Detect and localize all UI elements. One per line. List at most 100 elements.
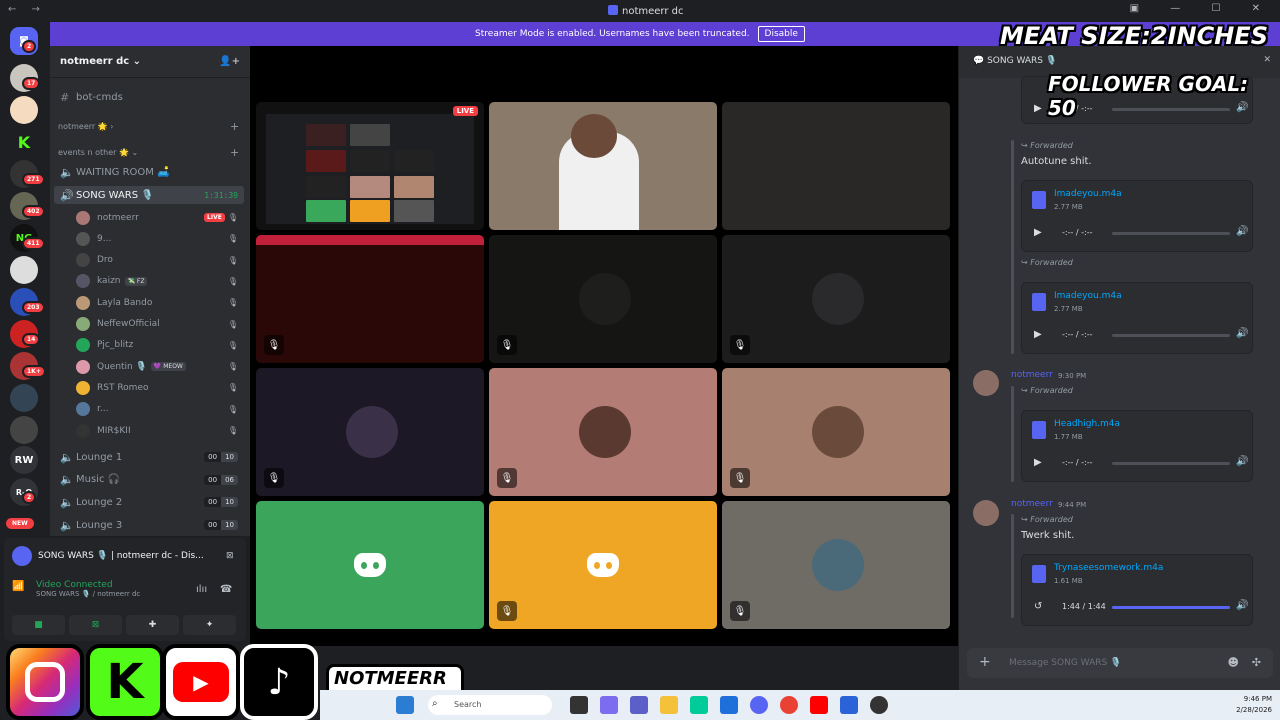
user-tile[interactable]: 🎙 xyxy=(722,501,950,629)
kick-server-icon[interactable]: K xyxy=(10,128,38,156)
volume-icon[interactable]: 🔊 xyxy=(1236,456,1248,467)
replay-icon[interactable]: ↺ xyxy=(1034,601,1042,612)
edge-icon[interactable] xyxy=(690,696,708,714)
add-member-icon[interactable]: 👤+ xyxy=(219,56,240,67)
stream-tile-notmeerr[interactable]: LIVE xyxy=(256,102,484,230)
server-header[interactable]: notmeerr dc ⌄ 👤+ xyxy=(50,46,250,78)
channel-lounge[interactable]: 🔈 Lounge 2 00 10 xyxy=(54,493,244,511)
camera-button[interactable]: ■ xyxy=(12,615,65,635)
avatar[interactable] xyxy=(973,500,999,526)
plus-icon[interactable]: + xyxy=(979,654,991,670)
play-icon[interactable]: ▶ xyxy=(1034,227,1042,238)
user-tile-default[interactable] xyxy=(256,501,484,629)
file-name[interactable]: Headhigh.m4a xyxy=(1054,419,1120,429)
voice-user[interactable]: Dro 🎙 xyxy=(76,251,244,270)
chrome-icon[interactable] xyxy=(780,696,798,714)
video-tile[interactable]: 🎙 xyxy=(256,235,484,363)
channel-lounge[interactable]: 🔈 Music 🎧 00 06 xyxy=(54,471,244,489)
file-name[interactable]: Imadeyou.m4a xyxy=(1054,291,1122,301)
volume-icon[interactable]: 🔊 xyxy=(1236,226,1248,237)
audio-attachment[interactable]: Imadeyou.m4a 2.77 MB ▶ -:-- / -:-- 🔊 xyxy=(1021,180,1253,252)
user-tile[interactable]: 🎙 xyxy=(722,368,950,496)
soundboard-button[interactable]: ✦ xyxy=(183,615,236,635)
user-tile-default[interactable]: 🎙 xyxy=(489,501,717,629)
server-icon[interactable] xyxy=(10,384,38,412)
screen-share-button[interactable]: ⊠ xyxy=(69,615,122,635)
plus-icon[interactable]: + xyxy=(230,120,239,133)
close-chat-icon[interactable]: ✕ xyxy=(1263,55,1271,65)
composer-placeholder[interactable]: Message SONG WARS 🎙️ xyxy=(1009,658,1121,668)
store-icon[interactable] xyxy=(720,696,738,714)
video-tile[interactable] xyxy=(722,102,950,230)
nav-arrows[interactable]: ← → xyxy=(8,4,46,15)
audio-attachment[interactable]: Imadeyou.m4a 2.77 MB ▶ -:-- / -:-- 🔊 xyxy=(1021,282,1253,354)
disconnect-icon[interactable]: ☎ xyxy=(220,584,232,595)
channel-song-wars[interactable]: 🔊 SONG WARS 🎙️ 1:31:39 xyxy=(54,186,244,204)
audio-attachment[interactable]: Headhigh.m4a 1.77 MB ▶ -:-- / -:-- 🔊 xyxy=(1021,410,1253,482)
user-tile[interactable]: 🎙 xyxy=(489,235,717,363)
audio-progress[interactable] xyxy=(1112,606,1230,609)
voice-user[interactable]: 9... 🎙 xyxy=(76,229,244,248)
channel-lounge[interactable]: 🔈 Lounge 3 00 10 xyxy=(54,516,244,534)
app-icon[interactable] xyxy=(840,696,858,714)
voice-user[interactable]: Pjc_blitz 🎙 xyxy=(76,336,244,355)
audio-progress[interactable] xyxy=(1112,232,1230,235)
message-composer[interactable]: + Message SONG WARS 🎙️ ☻ ✣ xyxy=(967,648,1273,678)
category-notmeerr[interactable]: notmeerr 🌟 › + xyxy=(58,120,239,133)
connection-status[interactable]: Video Connected xyxy=(36,580,140,590)
disable-button[interactable]: Disable xyxy=(757,26,805,42)
channel-lounge[interactable]: 🔈 Lounge 1 00 10 xyxy=(54,448,244,466)
activity-button[interactable]: ✚ xyxy=(126,615,179,635)
apps-icon[interactable]: ✣ xyxy=(1252,656,1261,669)
voice-user[interactable]: Quentin 🎙️ 💜 MEOW 🎙 xyxy=(76,357,244,376)
teams-icon[interactable] xyxy=(630,696,648,714)
close-activity-icon[interactable]: ⊠ xyxy=(226,551,234,561)
server-icon[interactable] xyxy=(10,256,38,284)
voice-user[interactable]: Layla Bando 🎙 xyxy=(76,293,244,312)
volume-icon[interactable]: 🔊 xyxy=(1236,328,1248,339)
signal-icon[interactable]: 📶 xyxy=(12,581,28,597)
file-explorer-icon[interactable] xyxy=(660,696,678,714)
user-tile[interactable]: 🎙 xyxy=(256,368,484,496)
system-clock[interactable]: 9:46 PM 2/28/2026 xyxy=(1236,694,1272,716)
audio-progress[interactable] xyxy=(1112,462,1230,465)
plus-icon[interactable]: + xyxy=(230,146,239,159)
user-tile[interactable]: 🎙 xyxy=(722,235,950,363)
voice-user[interactable]: NeffewOfficial 🎙 xyxy=(76,315,244,334)
play-icon[interactable]: ▶ xyxy=(1034,329,1042,340)
voice-user[interactable]: RST Romeo 🎙 xyxy=(76,378,244,397)
voice-user[interactable]: MIR$KII 🎙 xyxy=(76,421,244,440)
emoji-icon[interactable]: ☻ xyxy=(1228,656,1239,669)
voice-user[interactable]: kaizn 💸 FZ 🎙 xyxy=(76,272,244,291)
channel-waiting-room[interactable]: 🔈 WAITING ROOM 🛋️ xyxy=(54,163,244,181)
channel-bot-cmds[interactable]: # bot-cmds xyxy=(54,88,244,106)
noise-suppression-icon[interactable]: ılıı xyxy=(196,584,207,595)
user-tile[interactable]: 🎙 xyxy=(489,368,717,496)
audio-attachment[interactable]: Trynaseesomework.m4a 1.61 MB ↺ 1:44 / 1:… xyxy=(1021,554,1253,626)
app-icon[interactable] xyxy=(870,696,888,714)
file-name[interactable]: Trynaseesomework.m4a xyxy=(1054,563,1163,573)
task-view-icon[interactable] xyxy=(570,696,588,714)
server-icon[interactable] xyxy=(10,416,38,444)
copilot-icon[interactable] xyxy=(600,696,618,714)
avatar[interactable] xyxy=(973,370,999,396)
file-name[interactable]: Imadeyou.m4a xyxy=(1054,189,1122,199)
activity-row[interactable]: SONG WARS 🎙️ | notmeerr dc - Dis... ⊠ xyxy=(12,546,234,566)
server-icon[interactable] xyxy=(10,96,38,124)
youtube-taskbar-icon[interactable] xyxy=(810,696,828,714)
category-events[interactable]: events n other 🌟 ⌄ + xyxy=(58,146,239,159)
server-rw[interactable]: RW xyxy=(10,446,38,474)
play-icon[interactable]: ▶ xyxy=(1034,457,1042,468)
window-controls[interactable]: ▣ — ☐ ✕ xyxy=(1130,3,1274,14)
volume-icon[interactable]: 🔊 xyxy=(1236,600,1248,611)
voice-user[interactable]: r... 🎙 xyxy=(76,400,244,419)
new-badge[interactable]: NEW xyxy=(6,518,34,529)
message-author[interactable]: notmeerr xyxy=(1011,370,1053,380)
start-icon[interactable] xyxy=(396,696,414,714)
play-icon[interactable]: ▶ xyxy=(1034,103,1042,114)
message-author[interactable]: notmeerr xyxy=(1011,499,1053,509)
video-tile[interactable] xyxy=(489,102,717,230)
voice-user[interactable]: notmeerr LIVE 🎙 xyxy=(76,208,244,227)
discord-taskbar-icon[interactable] xyxy=(750,696,768,714)
audio-progress[interactable] xyxy=(1112,334,1230,337)
